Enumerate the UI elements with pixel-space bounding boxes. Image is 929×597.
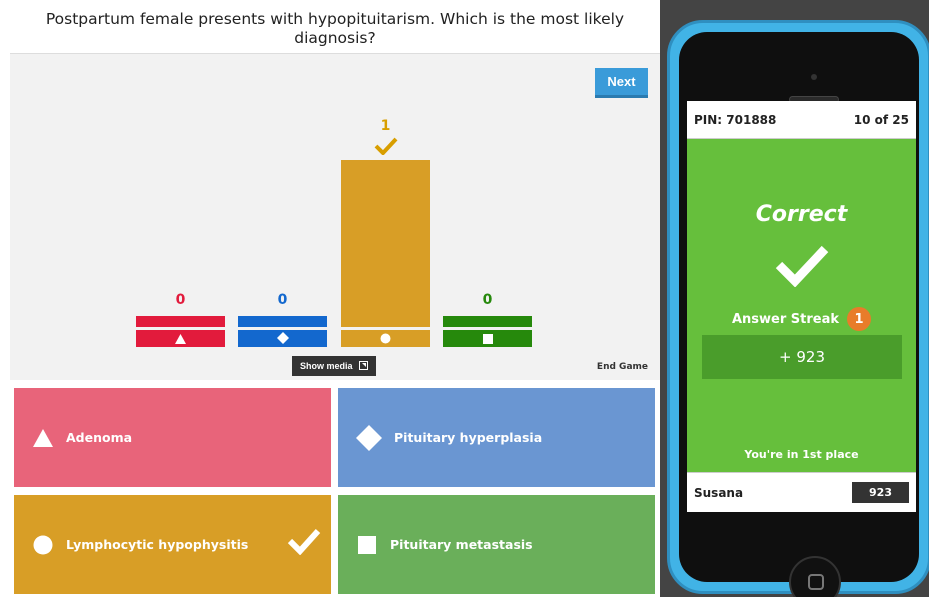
result-bar-triangle: 0	[136, 292, 225, 348]
result-bar-square: 0	[443, 292, 532, 348]
answer-label: Lymphocytic hypophysitis	[66, 537, 249, 552]
triangle-icon	[175, 329, 186, 348]
place-prefix: You're in	[744, 448, 803, 461]
bar-fill	[341, 160, 430, 327]
circle-icon	[380, 329, 391, 348]
game-pin: PIN: 701888	[694, 112, 777, 127]
home-square-icon	[808, 574, 824, 590]
answer-label: Pituitary metastasis	[390, 537, 533, 552]
answer-label: Adenoma	[66, 430, 133, 445]
result-title: Correct	[755, 202, 848, 227]
question-text: Postpartum female presents with hypopitu…	[45, 10, 625, 47]
square-icon	[482, 329, 493, 348]
answer-tile-pituitary-metastasis[interactable]: Pituitary metastasis	[338, 495, 655, 594]
answer-label: Pituitary hyperplasia	[394, 430, 543, 445]
points-earned: + 923	[702, 335, 902, 379]
results-stage: Next 0 0 1 0 Show media End Game	[10, 53, 660, 380]
correct-check-icon	[287, 527, 321, 558]
circle-icon	[32, 534, 54, 556]
host-screen: Postpartum female presents with hypopitu…	[0, 0, 660, 597]
question-progress: 10 of 25	[853, 112, 909, 127]
result-bar-diamond: 0	[238, 292, 327, 348]
bar-shape-strip	[136, 330, 225, 347]
place-rank: 1st	[802, 448, 822, 461]
streak-flame-icon: 1	[847, 307, 872, 331]
player-score: 923	[852, 482, 909, 503]
phone-header: PIN: 701888 10 of 25	[687, 101, 916, 139]
square-icon	[356, 534, 378, 556]
bar-count: 0	[277, 292, 288, 308]
phone-footer: Susana 923	[687, 472, 916, 512]
end-game-button[interactable]: End Game	[597, 362, 648, 372]
phone-screen: PIN: 701888 10 of 25 Correct Answer Stre…	[687, 101, 916, 512]
bar-fill	[136, 316, 225, 327]
triangle-icon	[32, 427, 54, 449]
show-media-label: Show media	[300, 361, 353, 371]
answer-streak: Answer Streak 1	[687, 307, 916, 331]
streak-label: Answer Streak	[731, 311, 840, 327]
bar-count: 0	[175, 292, 186, 308]
answer-tile-adenoma[interactable]: Adenoma	[14, 388, 331, 487]
correct-check-icon	[374, 137, 398, 159]
bar-shape-strip	[341, 330, 430, 347]
answer-tile-pituitary-hyperplasia[interactable]: Pituitary hyperplasia	[338, 388, 655, 487]
place-suffix: place	[821, 448, 859, 461]
diamond-icon	[356, 424, 382, 451]
check-icon	[775, 245, 829, 291]
bar-count: 0	[482, 292, 493, 308]
expand-icon	[358, 360, 368, 372]
next-button[interactable]: Next	[595, 68, 648, 98]
bar-shape-strip	[443, 330, 532, 347]
home-button[interactable]	[789, 556, 841, 597]
bar-count: 1	[380, 118, 391, 134]
answer-tile-lymphocytic-hypophysitis[interactable]: Lymphocytic hypophysitis	[14, 495, 331, 594]
diamond-icon	[276, 329, 289, 348]
player-name: Susana	[694, 485, 744, 500]
bar-fill	[443, 316, 532, 327]
show-media-button[interactable]: Show media	[292, 356, 376, 376]
bar-shape-strip	[238, 330, 327, 347]
place-status: You're in 1st place	[687, 448, 916, 461]
camera-icon	[811, 74, 817, 80]
screenshot-root: Postpartum female presents with hypopitu…	[0, 0, 929, 597]
bar-fill	[238, 316, 327, 327]
result-bar-circle: 1	[341, 118, 430, 348]
